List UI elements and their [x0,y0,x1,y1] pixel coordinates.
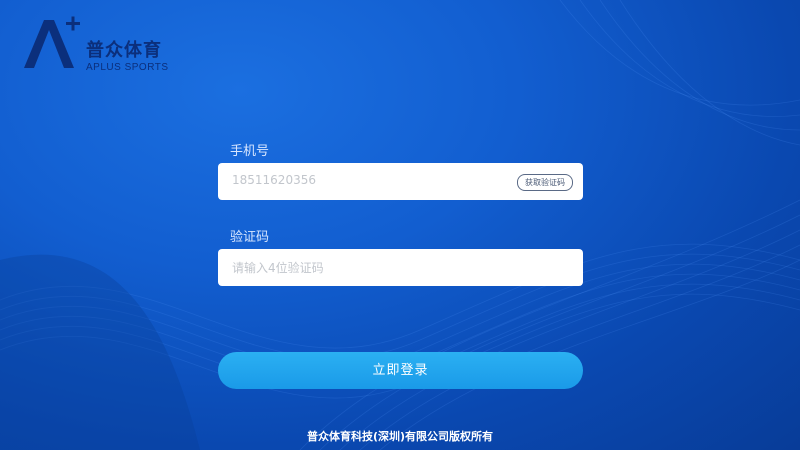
brand-name-cn: 普众体育 [86,40,162,61]
code-placeholder: 请输入4位验证码 [232,261,324,275]
get-code-button[interactable]: 获取验证码 [517,174,573,191]
code-label: 验证码 [230,230,270,245]
brand-name-en: APLUS SPORTS [86,62,169,73]
copyright-footer: 普众体育科技(深圳)有限公司版权所有 [306,430,494,443]
code-input[interactable]: 请输入4位验证码 [218,249,583,286]
brand-logo: 普众体育 APLUS SPORTS [22,14,192,74]
a-plus-logo-icon [24,16,80,68]
login-screen: 普众体育 APLUS SPORTS 手机号 18511620356 获取验证码 … [0,0,800,450]
login-button[interactable]: 立即登录 [218,352,583,389]
phone-value: 18511620356 [232,173,316,187]
phone-label: 手机号 [230,144,270,159]
phone-input[interactable]: 18511620356 获取验证码 [218,163,583,200]
